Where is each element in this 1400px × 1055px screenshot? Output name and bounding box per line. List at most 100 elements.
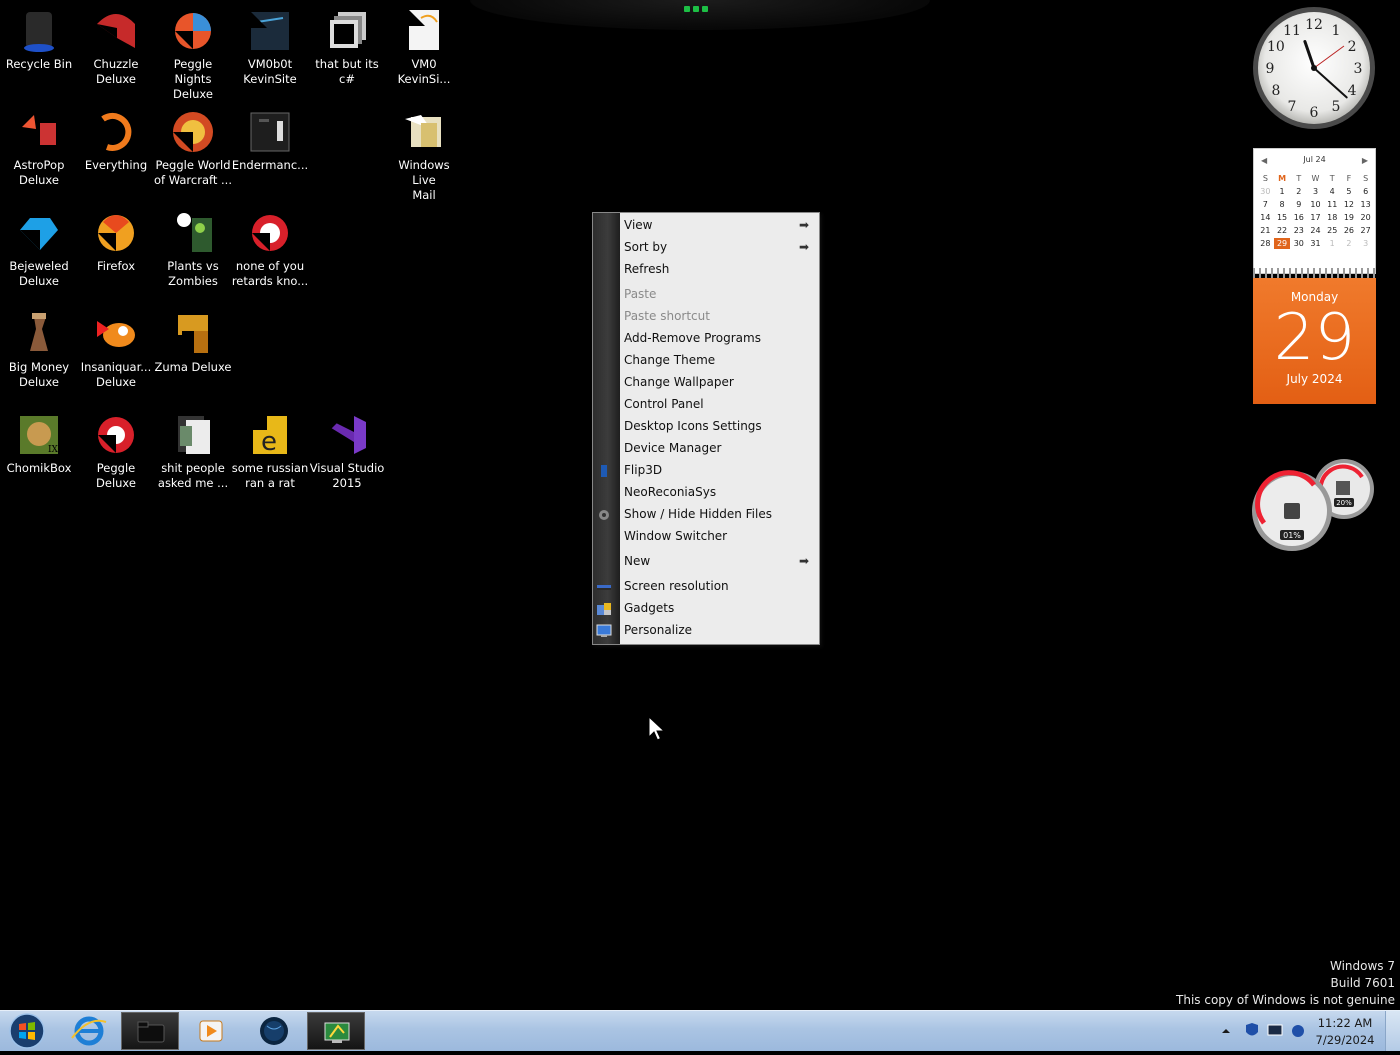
desktop-icon[interactable]: Plants vs Zombies <box>154 206 232 289</box>
calendar-day-cell[interactable]: 31 <box>1307 238 1324 249</box>
menu-item-device-manager[interactable]: Device Manager <box>620 438 819 460</box>
submenu-arrow-icon: ➡ <box>798 240 809 254</box>
desktop-icon[interactable]: IX ChomikBox <box>0 408 78 476</box>
calendar-day-cell[interactable]: 3 <box>1357 238 1374 249</box>
desktop-icon[interactable]: shit people asked me ... <box>154 408 232 491</box>
desktop-icon[interactable]: Chuzzle Deluxe <box>77 4 155 87</box>
menu-item-screen-resolution[interactable]: Screen resolution <box>597 576 819 598</box>
show-hidden-icons-icon[interactable] <box>1222 1029 1230 1033</box>
calendar-day-cell[interactable]: 4 <box>1324 186 1341 197</box>
calendar-day-cell[interactable]: 30 <box>1257 186 1274 197</box>
taskbar-internet-explorer-button[interactable] <box>60 1012 118 1050</box>
cpu-meter-gadget[interactable]: 20% 01% <box>1250 457 1376 553</box>
calendar-day-cell[interactable]: 16 <box>1290 212 1307 223</box>
menu-item-label: Paste <box>624 287 657 301</box>
desktop-icon[interactable]: Windows Live Mail <box>385 105 463 203</box>
calendar-day-cell[interactable]: 13 <box>1357 199 1374 210</box>
desktop-icon[interactable]: Firefox <box>77 206 155 274</box>
next-month-icon[interactable]: ▶ <box>1362 156 1368 165</box>
menu-item-new[interactable]: New ➡ <box>620 551 819 573</box>
taskbar-media-player-button[interactable] <box>182 1012 240 1050</box>
desktop-icon[interactable]: that but its c# <box>308 4 386 87</box>
memory-chip-icon <box>1336 481 1350 495</box>
calendar-day-cell[interactable]: 30 <box>1290 238 1307 249</box>
menu-item-view[interactable]: View ➡ <box>620 215 819 237</box>
desktop-icon[interactable]: Visual Studio 2015 <box>308 408 386 491</box>
calendar-day-cell[interactable]: 25 <box>1324 225 1341 236</box>
menu-item-add-remove-programs[interactable]: Add-Remove Programs <box>620 328 819 350</box>
calendar-day-cell[interactable]: 14 <box>1257 212 1274 223</box>
calendar-day-cell[interactable]: 9 <box>1290 199 1307 210</box>
calendar-day-cell[interactable]: 3 <box>1307 186 1324 197</box>
start-button[interactable] <box>4 1013 50 1049</box>
network-icon[interactable] <box>1267 1024 1283 1036</box>
desktop-icon[interactable]: Peggle Deluxe <box>77 408 155 491</box>
desktop-icon[interactable]: VM0 KevinSi... <box>385 4 463 87</box>
desktop-icon[interactable]: AstroPop Deluxe <box>0 105 78 188</box>
volume-icon[interactable] <box>1292 1025 1304 1037</box>
calendar-day-cell[interactable]: 7 <box>1257 199 1274 210</box>
calendar-day-cell[interactable]: 22 <box>1274 225 1291 236</box>
calendar-day-cell[interactable]: 26 <box>1341 225 1358 236</box>
menu-item-personalize[interactable]: Personalize <box>596 620 819 642</box>
calendar-day-cell[interactable]: 20 <box>1357 212 1374 223</box>
calendar-day-cell[interactable]: 24 <box>1307 225 1324 236</box>
desktop-icon-label: Peggle Deluxe <box>96 461 136 490</box>
calendar-day-cell[interactable]: 6 <box>1357 186 1374 197</box>
calendar-day-cell[interactable]: 1 <box>1324 238 1341 249</box>
desktop-icon[interactable]: Peggle World of Warcraft ... <box>154 105 232 188</box>
calendar-day-cell[interactable]: 23 <box>1290 225 1307 236</box>
desktop-icon[interactable]: Endermanc... <box>231 105 309 173</box>
menu-item-label: Personalize <box>624 623 693 637</box>
calendar-day-cell[interactable]: 2 <box>1341 238 1358 249</box>
calendar-day-cell[interactable]: 10 <box>1307 199 1324 210</box>
calendar-day-cell[interactable]: 19 <box>1341 212 1358 223</box>
calendar-weekday-header: F <box>1346 174 1352 183</box>
calendar-day-cell[interactable]: 29 <box>1273 238 1291 249</box>
calendar-month-view: ◀ Jul 24 ▶ S M T W T F S 30 1 2 3 4 5 6 7 8 9 10 11 12 13 14 1… <box>1253 148 1376 274</box>
menu-item-neoreconiasys[interactable]: NeoReconiaSys <box>620 482 819 504</box>
menu-item-flip3d[interactable]: Flip3D <box>601 460 819 482</box>
taskbar-explorer-button[interactable] <box>121 1012 179 1050</box>
menu-item-desktop-icons-settings[interactable]: Desktop Icons Settings <box>620 416 819 438</box>
clock-gadget[interactable]: 12 12 3 45678 9 1011 <box>1252 6 1376 130</box>
menu-item-control-panel[interactable]: Control Panel <box>620 394 819 416</box>
desktop-icon[interactable]: Everything <box>77 105 155 173</box>
calendar-day-cell[interactable]: 2 <box>1290 186 1307 197</box>
show-desktop-button[interactable] <box>1385 1011 1400 1051</box>
calendar-day-cell[interactable]: 12 <box>1341 199 1358 210</box>
taskbar-clock[interactable]: 11:22 AM 7/29/2024 <box>1310 1015 1380 1049</box>
desktop-icon[interactable]: VM0b0t KevinSite <box>231 4 309 87</box>
desktop-icon[interactable]: Recycle Bin <box>0 4 78 72</box>
desktop-icon[interactable]: none of you retards kno... <box>231 206 309 289</box>
calendar-day-cell[interactable]: 17 <box>1307 212 1324 223</box>
calendar-day-cell[interactable]: 15 <box>1274 212 1291 223</box>
desktop-icon[interactable]: Zuma Deluxe <box>154 307 232 375</box>
menu-item-change-wallpaper[interactable]: Change Wallpaper <box>620 372 819 394</box>
desktop-icon[interactable]: Bejeweled Deluxe <box>0 206 78 289</box>
calendar-day-cell[interactable]: 11 <box>1324 199 1341 210</box>
menu-item-change-theme[interactable]: Change Theme <box>620 350 819 372</box>
menu-item-sort-by[interactable]: Sort by ➡ <box>620 237 819 259</box>
desktop-icon[interactable]: Big Money Deluxe <box>0 307 78 390</box>
calendar-gadget[interactable]: ◀ Jul 24 ▶ S M T W T F S 30 1 2 3 4 5 6 7 8 9 10 11 12 13 14 1… <box>1253 148 1376 406</box>
menu-item-show-hide-hidden-files[interactable]: Show / Hide Hidden Files <box>599 504 819 526</box>
menu-item-gadgets[interactable]: Gadgets <box>597 598 819 620</box>
visual-studio-icon <box>324 412 370 458</box>
menu-item-label: Refresh <box>624 262 670 276</box>
desktop-icon[interactable]: Insaniquar... Deluxe <box>77 307 155 390</box>
calendar-day-cell[interactable]: 21 <box>1257 225 1274 236</box>
calendar-day-cell[interactable]: 8 <box>1274 199 1291 210</box>
calendar-day-cell[interactable]: 28 <box>1257 238 1274 249</box>
action-center-icon[interactable] <box>1246 1023 1258 1036</box>
desktop-icon[interactable]: Peggle Nights Deluxe <box>154 4 232 102</box>
desktop-icon[interactable]: e some russian ran a rat <box>231 408 309 491</box>
calendar-day-cell[interactable]: 18 <box>1324 212 1341 223</box>
calendar-day-cell[interactable]: 1 <box>1274 186 1291 197</box>
taskbar-globe-button[interactable] <box>245 1012 303 1050</box>
taskbar-control-panel-button[interactable] <box>307 1012 365 1050</box>
menu-item-refresh[interactable]: Refresh <box>620 259 819 281</box>
menu-item-window-switcher[interactable]: Window Switcher <box>620 526 819 548</box>
calendar-day-cell[interactable]: 5 <box>1341 186 1358 197</box>
calendar-day-cell[interactable]: 27 <box>1357 225 1374 236</box>
